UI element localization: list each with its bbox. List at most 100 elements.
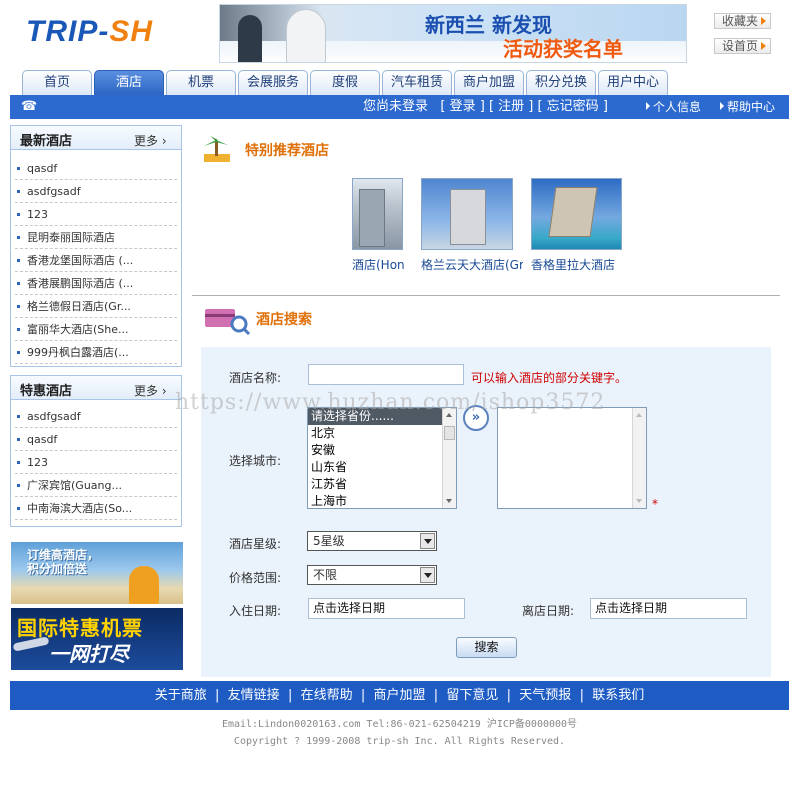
special-hotels-list: asdfgsadf qasdf 123 广深宾馆(Guang... 中南海滨大酒…: [11, 400, 181, 520]
hotel-caption[interactable]: 香格里拉大酒店: [531, 256, 615, 273]
chevron-down-icon[interactable]: [420, 567, 435, 583]
favorites-button[interactable]: 收藏夹: [714, 13, 771, 29]
price-range-select[interactable]: 不限: [307, 565, 437, 585]
required-marker: *: [652, 497, 658, 511]
tab-hotel[interactable]: 酒店: [94, 70, 164, 95]
tab-car-rental[interactable]: 汽车租赁: [382, 70, 452, 95]
building-shape: [359, 189, 385, 247]
special-hotels-box: 特惠酒店 更多 asdfgsadf qasdf 123 广深宾馆(Guang..…: [10, 375, 182, 527]
tab-merchant[interactable]: 商户加盟: [454, 70, 524, 95]
special-hotels-header: 特惠酒店 更多: [11, 376, 181, 400]
hotel-name-label: 酒店名称:: [229, 371, 282, 385]
phone-icon: ☎: [21, 99, 38, 114]
checkin-label: 入住日期:: [229, 604, 282, 618]
footer-links[interactable]: 关于商旅 | 友情链接 | 在线帮助 | 商户加盟 | 留下意见 | 天气预报 …: [10, 681, 789, 710]
latest-hotels-list: qasdf asdfgsadf 123 昆明泰丽国际酒店 香港龙堡国际酒店 (.…: [11, 150, 181, 364]
selected-city-scrollbar[interactable]: [632, 408, 646, 508]
ad-title: 国际特惠机票: [17, 616, 143, 640]
tab-flights[interactable]: 机票: [166, 70, 236, 95]
arrow-right-icon: [646, 102, 650, 110]
hotel-caption[interactable]: 酒店(Hong: [352, 256, 404, 273]
promo-banner[interactable]: 新西兰 新发现 活动获奖名单: [219, 4, 687, 63]
latest-hotels-box: 最新酒店 更多 qasdf asdfgsadf 123 昆明泰丽国际酒店 香港龙…: [10, 125, 182, 367]
login-status[interactable]: 您尚未登录 [ 登录 ] [ 注册 ] [ 忘记密码 ]: [363, 95, 608, 119]
list-item[interactable]: 123: [15, 203, 177, 226]
hotel-name-hint: 可以输入酒店的部分关键字。: [471, 371, 628, 385]
personal-info-link[interactable]: 个人信息: [646, 95, 701, 119]
recommend-title: 特别推荐酒店: [245, 143, 329, 159]
set-homepage-button[interactable]: 设首页: [714, 38, 771, 54]
tab-points[interactable]: 积分兑换: [526, 70, 596, 95]
checkout-label: 离店日期:: [522, 604, 575, 618]
list-item[interactable]: 中南海滨大酒店(So...: [15, 497, 177, 520]
scroll-down-icon[interactable]: [446, 499, 452, 503]
tab-exhibition[interactable]: 会展服务: [238, 70, 308, 95]
latest-hotels-header: 最新酒店 更多: [11, 126, 181, 150]
footer-copyright: Copyright ? 1999-2008 trip-sh Inc. All R…: [233, 736, 566, 747]
checkin-date-input[interactable]: 点击选择日期: [308, 598, 465, 619]
latest-hotels-title: 最新酒店: [20, 134, 73, 149]
footer-contact: Email:Lindon0020163.com Tel:86-021-62504…: [221, 719, 578, 730]
logo-text-blue: TRIP-: [26, 15, 110, 48]
personal-info-label: 个人信息: [653, 100, 702, 114]
building-shape: [548, 187, 598, 237]
list-item[interactable]: asdfgsadf: [15, 180, 177, 203]
banner-person-dark: [238, 15, 262, 62]
hotel-photo-1[interactable]: [352, 178, 403, 250]
top-navbar: ☎ 您尚未登录 [ 登录 ] [ 注册 ] [ 忘记密码 ] 个人信息 帮助中心: [10, 95, 789, 119]
hotel-photo-3[interactable]: [531, 178, 622, 250]
hotel-name-input[interactable]: [308, 364, 464, 385]
chevron-down-icon[interactable]: [420, 533, 435, 549]
list-item[interactable]: 格兰德假日酒店(Gr...: [15, 295, 177, 318]
ad-figure: [129, 566, 159, 604]
price-range-label: 价格范围:: [229, 571, 282, 585]
hotel-points-ad[interactable]: 订维高酒店， 积分加倍送: [11, 542, 183, 604]
list-item[interactable]: 123: [15, 451, 177, 474]
hotel-search-title: 酒店搜索: [256, 312, 312, 328]
checkout-date-input[interactable]: 点击选择日期: [590, 598, 747, 619]
latest-hotels-more[interactable]: 更多: [134, 132, 167, 149]
city-label: 选择城市:: [229, 454, 282, 468]
special-hotels-title: 特惠酒店: [20, 384, 73, 399]
banner-person-light: [286, 9, 326, 62]
help-center-link[interactable]: 帮助中心: [720, 95, 775, 119]
card-search-icon: [205, 309, 251, 335]
hotel-photo-2[interactable]: [421, 178, 513, 250]
tab-home[interactable]: 首页: [22, 70, 92, 95]
ad-subtitle: 一网打尽: [49, 642, 129, 666]
tab-user-center[interactable]: 用户中心: [598, 70, 668, 95]
flight-deals-ad[interactable]: 国际特惠机票 一网打尽: [11, 608, 183, 670]
building-shape: [450, 189, 486, 245]
selected-city-list[interactable]: [497, 407, 647, 509]
palm-tree-icon: [204, 136, 230, 162]
search-button[interactable]: 搜索: [456, 637, 517, 658]
list-item[interactable]: 广深宾馆(Guang...: [15, 474, 177, 497]
list-item[interactable]: 999丹枫白露酒店(...: [15, 341, 177, 364]
star-rating-select[interactable]: 5星级: [307, 531, 437, 551]
list-item[interactable]: qasdf: [15, 157, 177, 180]
list-item[interactable]: 富丽华大酒店(She...: [15, 318, 177, 341]
list-item[interactable]: 昆明泰丽国际酒店: [15, 226, 177, 249]
scroll-thumb[interactable]: [444, 426, 455, 440]
province-option[interactable]: 安徽: [308, 442, 456, 459]
province-list[interactable]: 请选择省份...... 北京 安徽 山东省 江苏省 上海市: [307, 407, 457, 509]
list-item[interactable]: 香港龙堡国际酒店 (...: [15, 249, 177, 272]
special-hotels-more[interactable]: 更多: [134, 382, 167, 399]
hotel-caption[interactable]: 格兰云天大酒店(Gr: [421, 256, 523, 273]
watermark: https://www.huzhan.com/ishop3572: [175, 390, 606, 415]
province-scrollbar[interactable]: [442, 408, 456, 508]
price-range-value: 不限: [313, 568, 338, 582]
province-option[interactable]: 江苏省: [308, 476, 456, 493]
province-option[interactable]: 上海市: [308, 493, 456, 508]
tab-vacation[interactable]: 度假: [310, 70, 380, 95]
province-option[interactable]: 山东省: [308, 459, 456, 476]
list-item[interactable]: qasdf: [15, 428, 177, 451]
scroll-up-icon[interactable]: [636, 413, 642, 417]
scroll-down-icon[interactable]: [636, 499, 642, 503]
list-item[interactable]: 香港展鹏国际酒店 (...: [15, 272, 177, 295]
province-option[interactable]: 北京: [308, 425, 456, 442]
logo-text-orange: SH: [109, 15, 154, 48]
site-logo[interactable]: TRIP-SH: [26, 14, 153, 50]
star-rating-value: 5星级: [313, 534, 345, 548]
list-item[interactable]: asdfgsadf: [15, 405, 177, 428]
